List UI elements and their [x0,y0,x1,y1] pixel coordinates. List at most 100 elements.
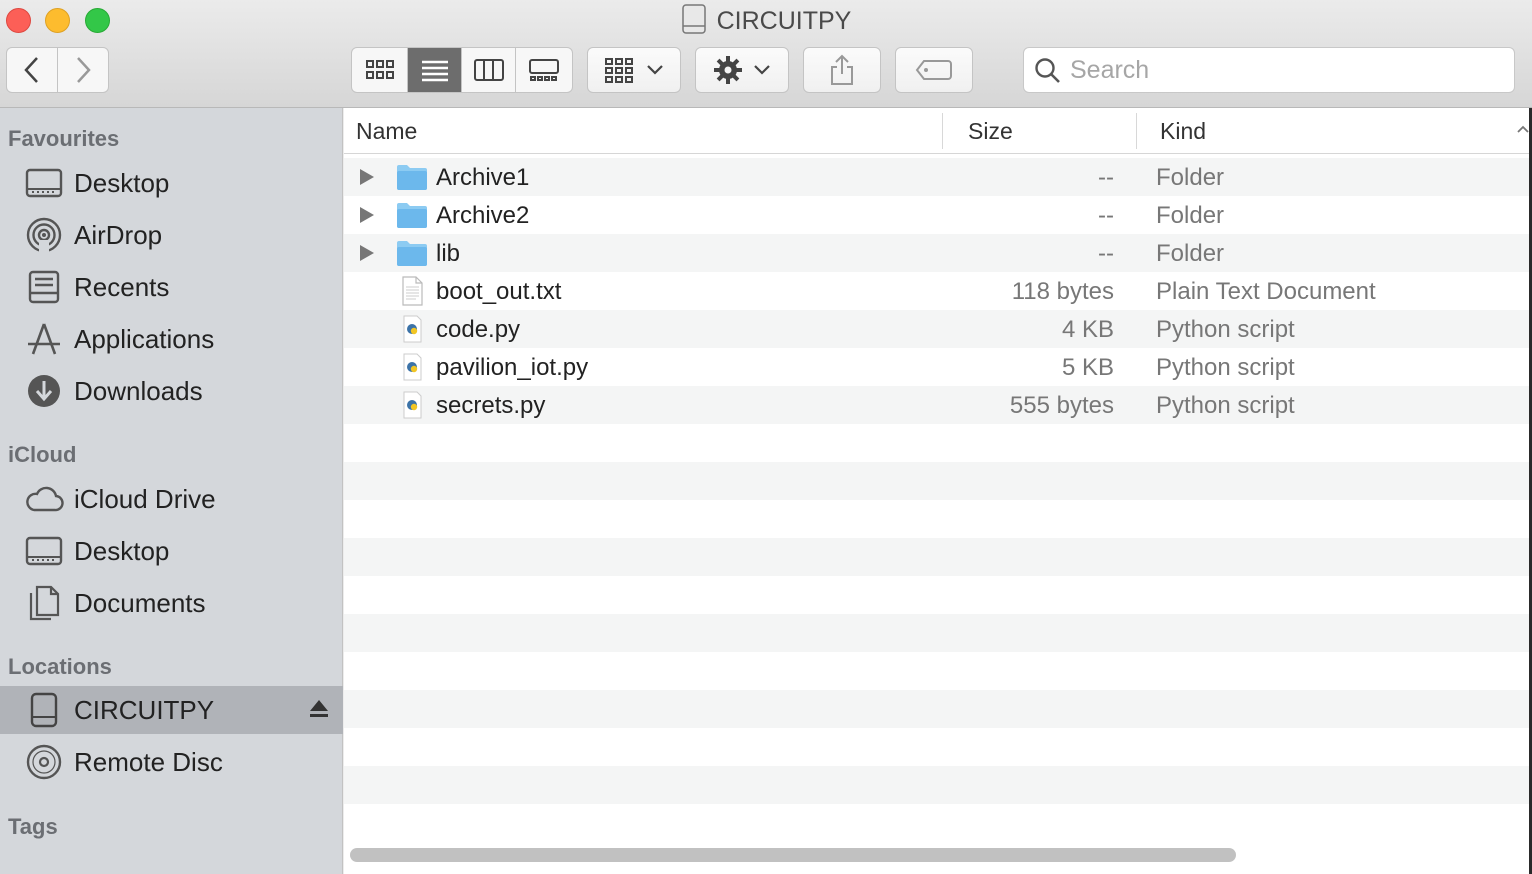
sidebar: Favourites Desktop AirDrop Recents Appli… [0,108,343,874]
column-header-kind[interactable]: Kind [1160,108,1206,154]
window-title: CIRCUITPY [716,7,852,35]
sidebar-item-label: CIRCUITPY [74,694,215,725]
text-document-icon [402,276,423,306]
search-field[interactable] [1023,47,1515,93]
file-name: Archive1 [436,164,530,191]
airdrop-icon [24,217,64,254]
list-view-icon [421,60,448,82]
folder-icon [397,203,427,228]
sidebar-item-circuitpy[interactable]: CIRCUITPY [0,686,343,734]
sidebar-item-icloud-desktop[interactable]: Desktop [0,527,343,575]
file-name: secrets.py [436,392,546,419]
file-size: -- [1098,164,1114,191]
sidebar-item-label: Recents [74,271,170,302]
file-size: -- [1098,240,1114,267]
file-size: 118 bytes [1011,278,1114,305]
file-size: 4 KB [1061,316,1114,343]
column-view-button[interactable] [462,48,516,92]
chevron-right-icon [76,57,91,83]
eject-icon[interactable] [309,698,329,720]
empty-row [344,462,1532,500]
column-header-size[interactable]: Size [968,108,1013,154]
search-input[interactable] [1070,56,1500,84]
chevron-down-icon [754,65,770,75]
finder-window: CIRCUITPY Search Favourites Desktop AirD… [0,0,1532,874]
disclosure-triangle-icon[interactable] [360,207,374,223]
tags-button[interactable] [895,47,973,93]
file-name: Archive2 [436,202,530,229]
folder-icon [397,165,427,190]
file-kind: Folder [1156,240,1225,267]
sidebar-item-icloud-drive[interactable]: iCloud Drive [0,475,343,523]
file-name: pavilion_iot.py [436,354,589,381]
sidebar-item-label: Desktop [74,535,170,566]
sidebar-item-applications[interactable]: Applications [0,315,343,363]
sidebar-item-label: Remote Disc [74,746,223,777]
file-rows: Archive1 -- Folder Archive2 -- Folder li… [344,158,1532,842]
sidebar-item-recents[interactable]: Recents [0,263,343,311]
sidebar-item-label: iCloud Drive [74,483,216,514]
empty-row [344,766,1532,804]
sort-ascending-icon [1517,125,1529,133]
drive-icon [681,4,706,34]
empty-row [344,500,1532,538]
toolbar: CIRCUITPY [0,0,1532,108]
file-size: 5 KB [1061,354,1114,381]
gallery-view-icon [529,59,559,81]
folder-icon [397,241,427,266]
sidebar-item-label: Downloads [74,375,203,406]
file-kind: Folder [1156,164,1225,191]
sidebar-item-desktop[interactable]: Desktop [0,159,343,207]
sidebar-item-remote-disc[interactable]: Remote Disc [0,738,343,786]
action-menu-button[interactable] [695,47,789,93]
file-kind: Plain Text Document [1156,278,1376,305]
file-row-secrets-py[interactable]: secrets.py 555 bytes Python script [344,386,1532,424]
list-view-button[interactable] [408,48,462,92]
disclosure-triangle-icon[interactable] [360,245,374,261]
file-kind: Python script [1156,316,1295,343]
group-by-button[interactable] [587,47,681,93]
file-row-pavilion-iot[interactable]: pavilion_iot.py 5 KB Python script [344,348,1532,386]
icon-view-icon [365,60,394,79]
desktop-icon [24,165,64,201]
sidebar-heading-tags: Tags [8,814,58,839]
disc-icon [24,744,64,780]
empty-row [344,728,1532,766]
column-divider[interactable] [942,113,943,149]
share-button[interactable] [803,47,881,93]
column-header-name[interactable]: Name [356,108,417,154]
gallery-view-button[interactable] [516,48,572,92]
documents-icon [24,585,64,621]
file-kind: Python script [1156,392,1295,419]
python-file-icon [403,315,422,343]
file-row-boot-out[interactable]: boot_out.txt 118 bytes Plain Text Docume… [344,272,1532,310]
window-title-bar: CIRCUITPY [0,4,1532,36]
sidebar-item-downloads[interactable]: Downloads [0,367,343,415]
sidebar-item-label: Documents [74,587,206,618]
sidebar-item-label: AirDrop [74,219,163,250]
empty-row [344,804,1532,842]
file-row-archive1[interactable]: Archive1 -- Folder [344,158,1532,196]
column-header: Name Size Kind [344,108,1532,154]
file-row-archive2[interactable]: Archive2 -- Folder [344,196,1532,234]
file-kind: Folder [1156,202,1225,229]
sidebar-item-airdrop[interactable]: AirDrop [0,211,343,259]
drive-icon [24,692,64,728]
empty-row [344,652,1532,690]
forward-button[interactable] [58,48,109,92]
back-button[interactable] [7,48,58,92]
tag-icon [915,60,952,80]
disclosure-triangle-icon[interactable] [360,169,374,185]
gear-icon [714,56,742,84]
file-name: boot_out.txt [436,278,562,305]
horizontal-scrollbar[interactable] [350,848,1236,862]
file-row-lib[interactable]: lib -- Folder [344,234,1532,272]
share-icon [831,54,853,85]
icon-view-button[interactable] [352,48,408,92]
column-divider[interactable] [1136,113,1137,149]
view-mode-control [351,47,573,93]
empty-row [344,538,1532,576]
sidebar-item-documents[interactable]: Documents [0,579,343,627]
file-name: lib [436,240,461,267]
file-row-code-py[interactable]: code.py 4 KB Python script [344,310,1532,348]
